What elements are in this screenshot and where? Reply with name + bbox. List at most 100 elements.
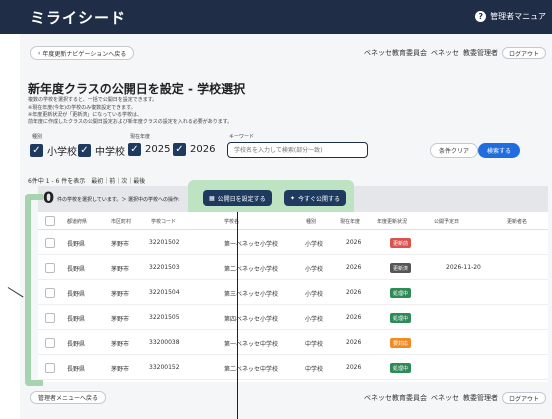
status-badge: 更新前 xyxy=(390,238,412,248)
cell-code: 32201502 xyxy=(149,239,180,246)
school-type-label: 種別 xyxy=(32,134,43,140)
cell-pref: 長野県 xyxy=(67,291,86,298)
status-badge: 更新済 xyxy=(390,263,412,273)
filter-elementary-checkbox[interactable]: ✓ 小学校 xyxy=(30,143,77,158)
row-checkbox[interactable] xyxy=(45,238,55,248)
row-checkbox[interactable] xyxy=(45,363,55,373)
status-badge: 処理中 xyxy=(390,313,412,323)
help-icon: ? xyxy=(475,11,487,22)
table-row[interactable]: 長野県 茅野市 32201505 第四ベネッセ小学校 小学校 2026 処理中 xyxy=(38,305,548,330)
app-logo: ミライシード xyxy=(30,9,127,27)
user-name: ベネッセ xyxy=(430,49,459,57)
col-header: 公開予定日 xyxy=(434,219,460,225)
cell-type: 中学校 xyxy=(305,341,324,348)
cell-city: 茅野市 xyxy=(111,341,130,348)
cell-year: 2026 xyxy=(346,264,362,271)
cell-school-name: 第二ベネッセ小学校 xyxy=(224,266,279,273)
col-header: 市区町村 xyxy=(111,219,132,225)
pagination-info: 6件中 1 - 6 件を表示 最初｜前｜次｜最後 xyxy=(28,178,146,185)
user-info-bottom: ベネッセ教育委員会 ベネッセ 教委管理者 ログアウト xyxy=(364,392,546,404)
checkmark-icon: ✓ xyxy=(78,144,91,157)
cell-year: 2026 xyxy=(346,339,362,346)
description-line: ※年度更新状況が「更新済」になっている学校は、 xyxy=(28,112,142,118)
filter-label-text: 中学校 xyxy=(95,147,125,158)
col-header: 更新者名 xyxy=(507,219,528,225)
user-role: 教委管理者 xyxy=(462,49,498,57)
cell-city: 茅野市 xyxy=(111,316,130,323)
checkmark-icon: ✓ xyxy=(173,143,186,156)
filter-label-text: 2026 xyxy=(190,144,216,155)
table-row[interactable]: 長野県 茅野市 33200152 第二ベネッセ中学校 中学校 2026 処理中 xyxy=(38,355,548,380)
filter-year-2025-checkbox[interactable]: ✓ 2025 xyxy=(128,143,170,156)
calendar-icon: ▦ xyxy=(209,194,215,202)
selection-text: 件の学校を選択しています。＞ 選択中の学校への操作: xyxy=(57,197,180,203)
set-publish-date-button[interactable]: ▦ 公開日を設定する xyxy=(203,190,272,206)
table-row[interactable]: 長野県 茅野市 32201503 第二ベネッセ小学校 小学校 2026 更新済 … xyxy=(38,255,548,280)
page-title: 新年度クラスの公開日を設定 - 学校選択 xyxy=(28,82,246,96)
cell-year: 2026 xyxy=(346,364,362,371)
cell-school-name: 第一ベネッセ中学校 xyxy=(224,341,279,348)
description-line: 前年度に作成したクラスの公開日設定および新年度クラスの設定を入れる必要があります… xyxy=(28,119,233,125)
publish-now-label: 今すぐ公開する xyxy=(298,195,341,203)
cell-school-name: 第三ベネッセ小学校 xyxy=(224,291,279,298)
status-badge: 処理中 xyxy=(390,288,412,298)
row-checkbox[interactable] xyxy=(45,288,55,298)
cell-code: 32201505 xyxy=(149,314,180,321)
clear-conditions-button[interactable]: 条件クリア xyxy=(430,143,479,158)
row-checkbox[interactable] xyxy=(45,338,55,348)
cell-year: 2026 xyxy=(346,314,362,321)
col-header: 学校コード xyxy=(151,219,177,225)
col-header: 現在年度 xyxy=(340,219,361,225)
set-date-label: 公開日を設定する xyxy=(217,195,266,203)
logout-button[interactable]: ログアウト xyxy=(501,392,546,404)
cell-school-name: 第四ベネッセ小学校 xyxy=(224,316,279,323)
filter-junior-high-checkbox[interactable]: ✓ 中学校 xyxy=(78,143,125,158)
col-header: 都道府県 xyxy=(67,219,88,225)
search-button[interactable]: 検索する xyxy=(478,143,521,158)
cell-pref: 長野県 xyxy=(67,316,86,323)
cell-pref: 長野県 xyxy=(67,241,86,248)
help-link[interactable]: ? 管理者マニュア xyxy=(475,11,546,22)
back-to-admin-menu-button[interactable]: 管理者メニューへ戻る xyxy=(30,391,107,404)
cell-type: 小学校 xyxy=(305,316,324,323)
cell-city: 茅野市 xyxy=(111,291,130,298)
user-name: ベネッセ xyxy=(430,394,459,402)
description-line: 複数の学校を選択すると、一括で公開日を設定できます。 xyxy=(28,97,158,103)
cell-code: 33200038 xyxy=(149,339,180,346)
keyword-label: キーワード xyxy=(229,134,255,140)
top-bar: ミライシード ? 管理者マニュア xyxy=(0,0,552,34)
cell-type: 小学校 xyxy=(305,291,324,298)
cell-city: 茅野市 xyxy=(111,241,130,248)
cell-code: 33200152 xyxy=(149,364,180,371)
cell-pref: 長野県 xyxy=(67,266,86,273)
checkmark-icon: ✓ xyxy=(128,143,141,156)
col-header: 年度更新状況 xyxy=(377,219,408,225)
back-to-nav-button[interactable]: ‹ 年度更新ナビゲーションへ戻る xyxy=(30,46,135,60)
cell-city: 茅野市 xyxy=(111,366,130,373)
school-search-input[interactable] xyxy=(227,142,368,158)
table-row[interactable]: 長野県 茅野市 32201502 第一ベネッセ小学校 小学校 2026 更新前 xyxy=(38,230,548,255)
status-badge: 要対応 xyxy=(390,338,412,348)
org-name: ベネッセ教育委員会 xyxy=(363,49,427,57)
col-header: 種別 xyxy=(306,219,317,225)
table-header: 都道府県 市区町村 学校コード 学校名 種別 現在年度 年度更新状況 公開予定日… xyxy=(38,212,548,230)
back-label: 年度更新ナビゲーションへ戻る xyxy=(42,50,127,58)
cell-pref: 長野県 xyxy=(67,366,86,373)
org-name: ベネッセ教育委員会 xyxy=(363,394,427,402)
help-label: 管理者マニュア xyxy=(490,12,546,21)
sparkle-icon: ✦ xyxy=(290,194,296,202)
logout-button[interactable]: ログアウト xyxy=(501,47,546,59)
filter-year-2026-checkbox[interactable]: ✓ 2026 xyxy=(173,143,215,156)
table-row[interactable]: 長野県 茅野市 33200038 第一ベネッセ中学校 中学校 2026 要対応 xyxy=(38,330,548,355)
cell-type: 小学校 xyxy=(305,241,324,248)
select-all-checkbox[interactable] xyxy=(45,216,55,226)
table-row[interactable]: 長野県 茅野市 32201504 第三ベネッセ小学校 小学校 2026 処理中 xyxy=(38,280,548,305)
row-checkbox[interactable] xyxy=(45,263,55,273)
cell-city: 茅野市 xyxy=(111,266,130,273)
description-line: ※現在年度(今年)の学校のみ復数設定できます。 xyxy=(28,105,136,111)
row-checkbox[interactable] xyxy=(45,313,55,323)
cell-type: 中学校 xyxy=(305,366,324,373)
cell-school-name: 第二ベネッセ中学校 xyxy=(224,366,279,373)
cell-year: 2026 xyxy=(346,239,362,246)
publish-now-button[interactable]: ✦ 今すぐ公開する xyxy=(284,190,347,206)
